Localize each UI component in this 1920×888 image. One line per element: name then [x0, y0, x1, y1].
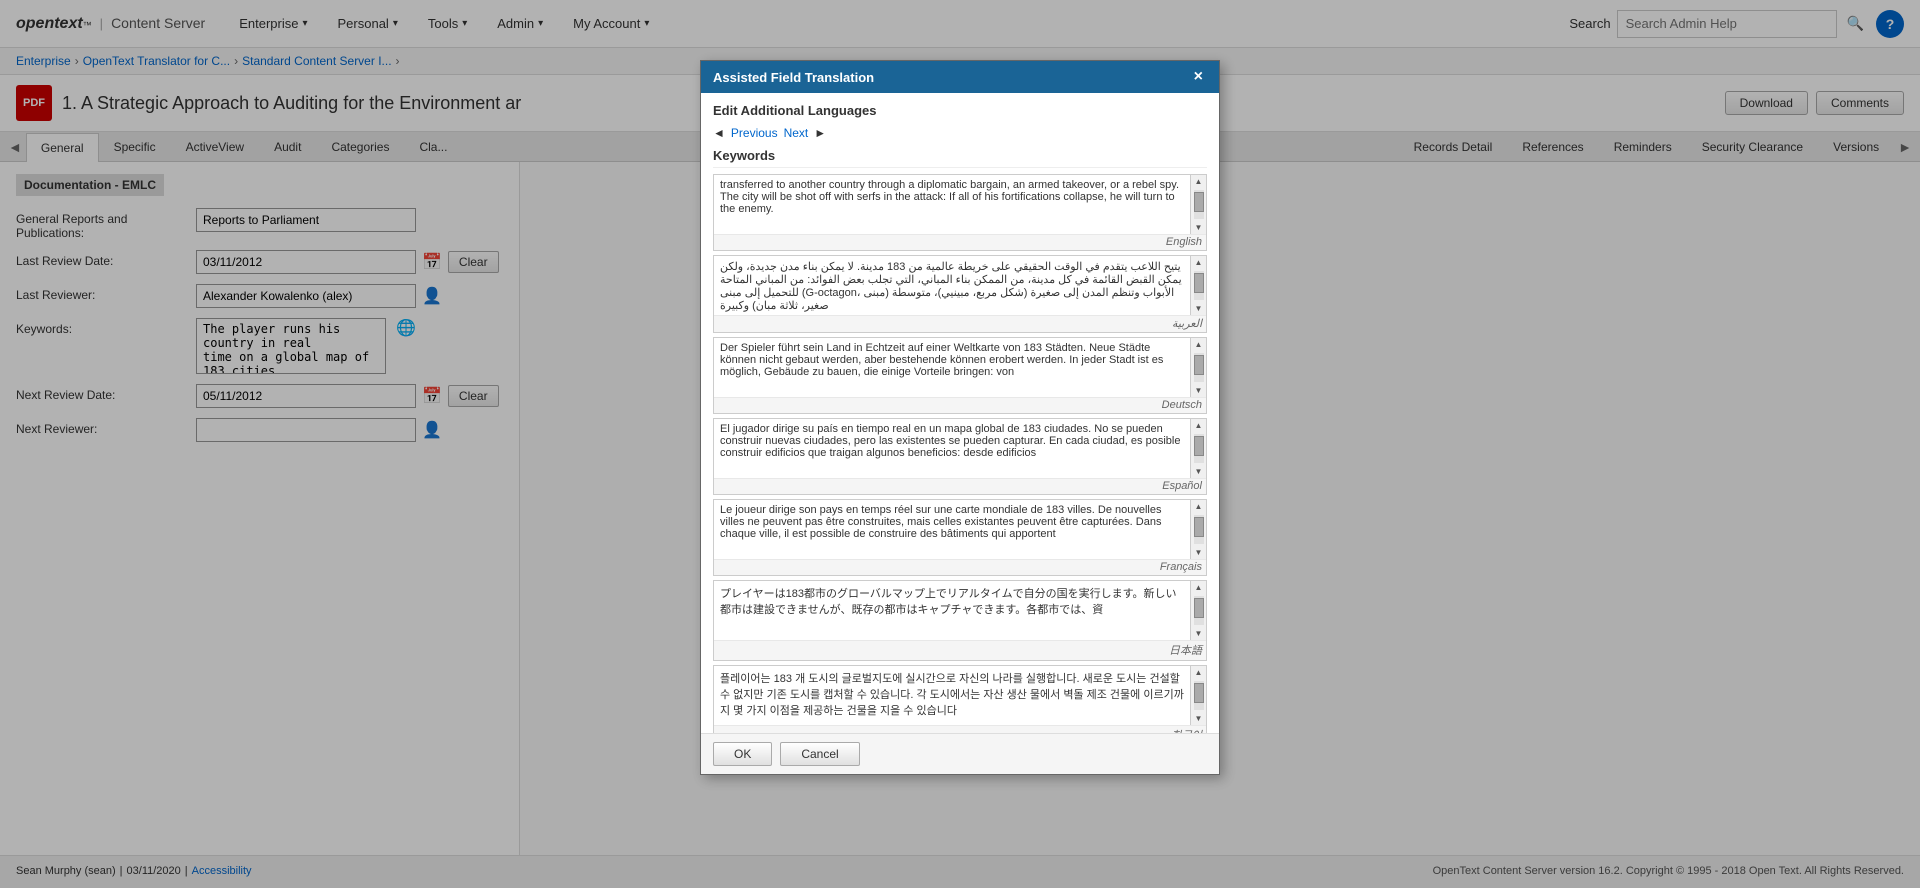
scrollbar-col: ▲ ▼: [1190, 500, 1206, 559]
lang-section-français: Le joueur dirige son pays en temps réel …: [713, 499, 1207, 576]
scroll-up-icon[interactable]: ▲: [1193, 338, 1205, 351]
scroll-down-icon[interactable]: ▼: [1193, 712, 1205, 725]
modal-prev-link[interactable]: Previous: [731, 126, 778, 140]
scroll-thumb[interactable]: [1194, 436, 1204, 456]
lang-label-row: English: [714, 234, 1206, 250]
scroll-up-icon[interactable]: ▲: [1193, 419, 1205, 432]
scroll-thumb[interactable]: [1194, 598, 1204, 618]
modal-body: Edit Additional Languages ◄ Previous Nex…: [701, 93, 1219, 733]
lang-textarea-4[interactable]: Le joueur dirige son pays en temps réel …: [714, 500, 1190, 556]
scroll-down-icon[interactable]: ▼: [1193, 546, 1205, 559]
modal-next-link[interactable]: Next: [784, 126, 809, 140]
lang-label: Français: [1160, 561, 1202, 573]
lang-textarea-0[interactable]: transferred to another country through a…: [714, 175, 1190, 231]
modal-close-button[interactable]: ×: [1190, 69, 1207, 85]
language-list: transferred to another country through a…: [713, 174, 1207, 733]
modal-nav: ◄ Previous Next ►: [713, 126, 1207, 140]
scroll-down-icon[interactable]: ▼: [1193, 302, 1205, 315]
scrollbar-col: ▲ ▼: [1190, 419, 1206, 478]
lang-textarea-1[interactable]: يتيح اللاعب يتقدم في الوقت الحقيقي على خ…: [714, 256, 1190, 312]
scroll-track[interactable]: [1194, 190, 1204, 219]
lang-label-row: Deutsch: [714, 397, 1206, 413]
scroll-up-icon[interactable]: ▲: [1193, 175, 1205, 188]
ok-button[interactable]: OK: [713, 742, 772, 766]
modal-overlay: Assisted Field Translation × Edit Additi…: [0, 0, 1920, 888]
scroll-up-icon[interactable]: ▲: [1193, 581, 1205, 594]
lang-scrollbar: Der Spieler führt sein Land in Echtzeit …: [714, 338, 1206, 397]
lang-label: Deutsch: [1162, 399, 1202, 411]
modal-dialog: Assisted Field Translation × Edit Additi…: [700, 60, 1220, 775]
lang-scrollbar: transferred to another country through a…: [714, 175, 1206, 234]
scrollbar-col: ▲ ▼: [1190, 666, 1206, 725]
scroll-thumb[interactable]: [1194, 517, 1204, 537]
scroll-down-icon[interactable]: ▼: [1193, 221, 1205, 234]
lang-section-한국어: 플레이어는 183 개 도시의 글로벌지도에 실시간으로 자신의 나라를 실행합…: [713, 665, 1207, 733]
scroll-thumb[interactable]: [1194, 683, 1204, 703]
scroll-down-icon[interactable]: ▼: [1193, 465, 1205, 478]
scroll-up-icon[interactable]: ▲: [1193, 256, 1205, 269]
lang-label-row: Français: [714, 559, 1206, 575]
lang-scrollbar: Le joueur dirige son pays en temps réel …: [714, 500, 1206, 559]
lang-scrollbar: プレイヤーは183都市のグローバルマップ上でリアルタイムで自分の国を実行します。…: [714, 581, 1206, 640]
lang-label-row: Español: [714, 478, 1206, 494]
lang-section-español: El jugador dirige su país en tiempo real…: [713, 418, 1207, 495]
lang-textarea-6[interactable]: 플레이어는 183 개 도시의 글로벌지도에 실시간으로 자신의 나라를 실행합…: [714, 666, 1190, 722]
scroll-down-icon[interactable]: ▼: [1193, 627, 1205, 640]
scroll-track[interactable]: [1194, 353, 1204, 382]
scroll-track[interactable]: [1194, 515, 1204, 544]
scroll-down-icon[interactable]: ▼: [1193, 384, 1205, 397]
lang-label: العربية: [1172, 317, 1202, 330]
modal-title: Assisted Field Translation: [713, 70, 874, 85]
scroll-track[interactable]: [1194, 596, 1204, 625]
scroll-track[interactable]: [1194, 681, 1204, 710]
lang-label-row: العربية: [714, 315, 1206, 332]
scroll-up-icon[interactable]: ▲: [1193, 666, 1205, 679]
lang-section-english: transferred to another country through a…: [713, 174, 1207, 251]
scrollbar-col: ▲ ▼: [1190, 256, 1206, 315]
scroll-track[interactable]: [1194, 434, 1204, 463]
lang-label: English: [1166, 236, 1202, 248]
scroll-thumb[interactable]: [1194, 273, 1204, 293]
modal-footer: OK Cancel: [701, 733, 1219, 774]
cancel-button[interactable]: Cancel: [780, 742, 859, 766]
nav-arrow-next: ►: [814, 126, 826, 140]
modal-section-title: Edit Additional Languages: [713, 103, 1207, 118]
lang-textarea-5[interactable]: プレイヤーは183都市のグローバルマップ上でリアルタイムで自分の国を実行します。…: [714, 581, 1190, 637]
lang-textarea-3[interactable]: El jugador dirige su país en tiempo real…: [714, 419, 1190, 475]
scrollbar-col: ▲ ▼: [1190, 175, 1206, 234]
lang-section-العربية: يتيح اللاعب يتقدم في الوقت الحقيقي على خ…: [713, 255, 1207, 333]
lang-textarea-2[interactable]: Der Spieler führt sein Land in Echtzeit …: [714, 338, 1190, 394]
scroll-thumb[interactable]: [1194, 192, 1204, 212]
lang-label-row: 한국어: [714, 725, 1206, 733]
lang-scrollbar: يتيح اللاعب يتقدم في الوقت الحقيقي على خ…: [714, 256, 1206, 315]
modal-title-bar: Assisted Field Translation ×: [701, 61, 1219, 93]
scroll-up-icon[interactable]: ▲: [1193, 500, 1205, 513]
scroll-track[interactable]: [1194, 271, 1204, 300]
scroll-thumb[interactable]: [1194, 355, 1204, 375]
nav-arrow-prev: ◄: [713, 126, 725, 140]
lang-section-日本語: プレイヤーは183都市のグローバルマップ上でリアルタイムで自分の国を実行します。…: [713, 580, 1207, 661]
lang-scrollbar: 플레이어는 183 개 도시의 글로벌지도에 실시간으로 자신의 나라를 실행합…: [714, 666, 1206, 725]
lang-section-deutsch: Der Spieler führt sein Land in Echtzeit …: [713, 337, 1207, 414]
lang-label: Español: [1162, 480, 1202, 492]
keywords-heading: Keywords: [713, 148, 1207, 168]
scrollbar-col: ▲ ▼: [1190, 581, 1206, 640]
scrollbar-col: ▲ ▼: [1190, 338, 1206, 397]
lang-label: 日本語: [1169, 642, 1202, 658]
lang-scrollbar: El jugador dirige su país en tiempo real…: [714, 419, 1206, 478]
lang-label-row: 日本語: [714, 640, 1206, 660]
